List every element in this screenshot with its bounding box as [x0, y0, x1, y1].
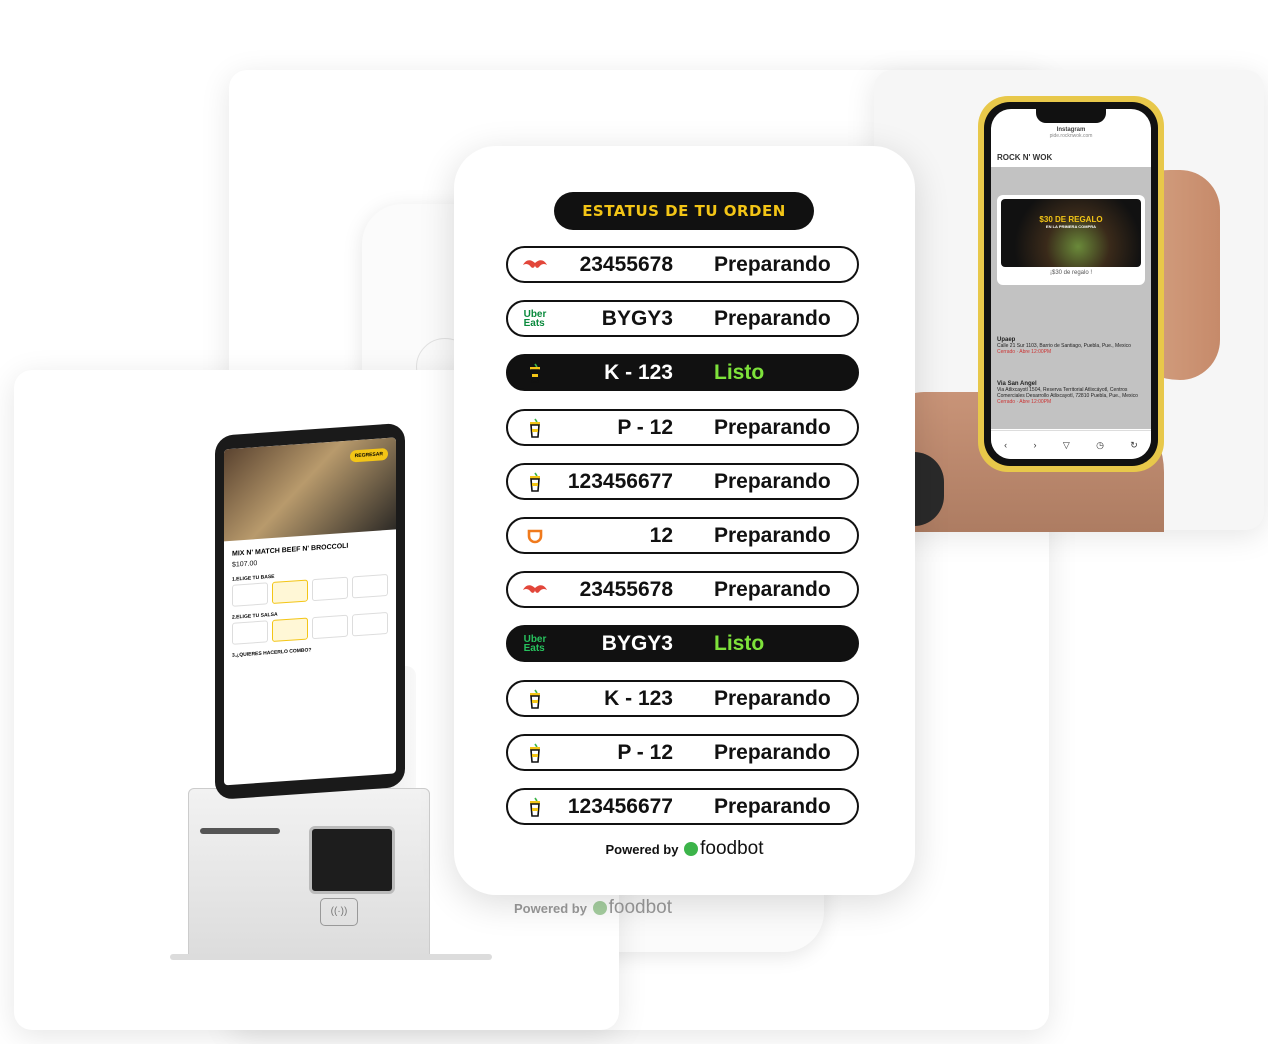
section-combo: 3.¿QUIERES HACERLO COMBO? [232, 647, 312, 659]
location-item[interactable]: Upaep Calle 21 Sur 1103, Barrio de Santi… [997, 337, 1145, 355]
option[interactable] [312, 576, 348, 602]
store-brand: ROCK N' WOK [997, 153, 1053, 162]
order-row: 123456677 Preparando [506, 788, 859, 825]
order-status: Listo [714, 361, 765, 385]
powered-by-label: Powered by [605, 842, 679, 857]
order-status: Preparando [714, 795, 831, 818]
drink-cup-icon [522, 362, 548, 384]
forward-icon[interactable]: › [1033, 440, 1036, 450]
promo-caption: ¡$30 de regalo ! [1049, 270, 1093, 276]
promo-subtitle: EN LA PRIMERA COMPRA [1045, 224, 1097, 229]
option[interactable] [272, 617, 308, 643]
order-status: Preparando [714, 415, 831, 439]
didi-food-icon [522, 525, 548, 547]
order-code: K - 123 [604, 686, 673, 710]
phone-screen: Instagram pide.rocknwok.com ROCK N' WOK … [991, 109, 1151, 459]
option[interactable] [352, 611, 388, 637]
order-status: Preparando [714, 524, 831, 547]
order-row: 12 Preparando [506, 517, 859, 554]
drink-cup-icon [522, 471, 548, 493]
promo-title: $30 DE REGALO [1039, 215, 1103, 224]
order-code: 23455678 [579, 253, 673, 276]
back-icon[interactable]: ‹ [1004, 440, 1007, 450]
foodbot-brand: foodbot [700, 838, 764, 859]
order-code: P - 12 [617, 415, 673, 439]
food-photo: REGRESAR [224, 437, 396, 542]
order-status: Preparando [714, 578, 831, 602]
promo-image: $30 DE REGALO EN LA PRIMERA COMPRA [1001, 199, 1141, 267]
refresh-icon[interactable]: ↻ [1130, 440, 1138, 451]
order-code: 123456677 [567, 795, 673, 818]
order-row: K - 123 Preparando [506, 679, 859, 717]
card-scanner [309, 826, 395, 894]
foodbot-logo-icon [592, 901, 607, 915]
share-icon[interactable]: ▽ [1063, 440, 1070, 451]
order-code: 123456677 [567, 469, 673, 493]
order-code: 12 [649, 524, 673, 547]
order-status: Preparando [714, 307, 831, 331]
back-button[interactable]: REGRESAR [349, 447, 388, 463]
foodbot-brand: foodbot [608, 897, 672, 918]
order-code: K - 123 [604, 361, 673, 385]
drink-cup-icon [522, 742, 548, 764]
rappi-mustache-icon [522, 579, 548, 601]
ghost-powered-by: Powered by foodbot [514, 897, 672, 919]
order-code: BYGY3 [601, 632, 673, 656]
browser-url[interactable]: pide.rocknwok.com [991, 133, 1151, 139]
kiosk-device: ((·)) REGRESAR MIX N' MATCH BEEF N' BROC… [170, 422, 500, 966]
drink-cup-icon [522, 417, 548, 439]
browser-nav-bar: ‹ › ▽ ◷ ↻ [991, 430, 1151, 459]
nfc-icon: ((·)) [320, 898, 358, 926]
order-code: P - 12 [617, 740, 673, 764]
order-status: Preparando [714, 469, 831, 493]
kiosk-screen: REGRESAR MIX N' MATCH BEEF N' BROCCOLI $… [215, 422, 405, 800]
foodbot-logo-icon [684, 842, 699, 856]
order-code: BYGY3 [601, 307, 673, 331]
panel-title: ESTATUS DE TU ORDEN [554, 192, 814, 230]
order-row: 23455678 Preparando [506, 246, 859, 283]
rappi-mustache-icon [522, 254, 548, 276]
phone-notch [1036, 109, 1106, 123]
receipt-slot [200, 828, 280, 834]
option[interactable] [352, 573, 388, 599]
order-status: Preparando [714, 253, 831, 276]
powered-by-label: Powered by [514, 901, 587, 916]
drink-cup-icon [522, 688, 548, 710]
order-status: Listo [714, 632, 765, 656]
powered-by: Powered by foodbot [454, 838, 915, 860]
order-row: P - 12 Preparando [506, 733, 859, 771]
order-row: K - 123 Listo [506, 354, 859, 392]
location-item[interactable]: Via San Angel Via Atlixcayotl 1504, Rese… [997, 381, 1145, 405]
order-status-panel: ESTATUS DE TU ORDEN 23455678 Preparando Ub… [454, 146, 915, 895]
order-row: P - 12 Preparando [506, 408, 859, 446]
compass-icon[interactable]: ◷ [1096, 440, 1104, 451]
order-row: Uber Eats BYGY3 Preparando [506, 300, 859, 338]
order-row: 123456677 Preparando [506, 462, 859, 500]
uber-eats-logo: Uber Eats [523, 309, 547, 330]
drink-cup-icon [522, 796, 548, 818]
kiosk-base [170, 954, 492, 960]
option[interactable] [232, 620, 268, 645]
order-status: Preparando [714, 686, 831, 710]
order-status: Preparando [714, 740, 831, 764]
option[interactable] [272, 579, 308, 605]
option[interactable] [312, 614, 348, 640]
order-row: Uber Eats BYGY3 Listo [506, 625, 859, 663]
kiosk-display: REGRESAR MIX N' MATCH BEEF N' BROCCOLI $… [224, 437, 396, 786]
order-row: 23455678 Preparando [506, 571, 859, 609]
promo-card[interactable]: $30 DE REGALO EN LA PRIMERA COMPRA ¡$30 … [997, 195, 1145, 285]
order-code: 23455678 [579, 578, 673, 602]
smartphone: Instagram pide.rocknwok.com ROCK N' WOK … [978, 96, 1164, 472]
option[interactable] [232, 582, 268, 607]
uber-eats-logo: Uber Eats [523, 634, 547, 655]
